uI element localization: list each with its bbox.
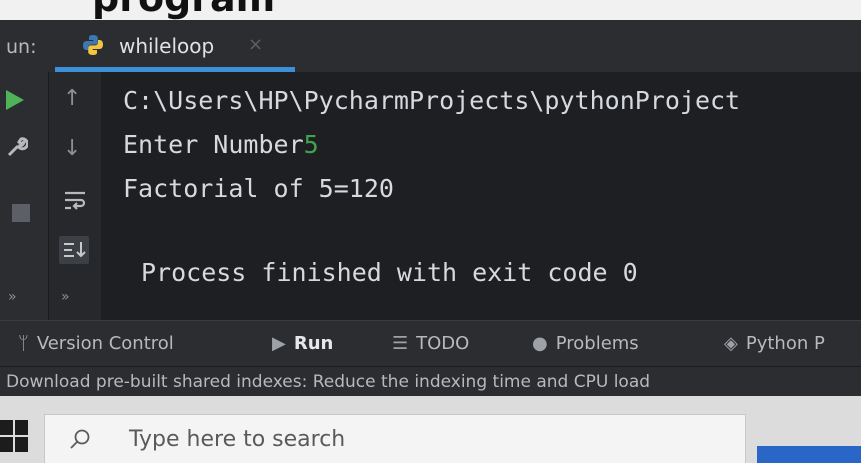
- taskbar-app-button[interactable]: [757, 446, 861, 463]
- windows-taskbar: Type here to search: [0, 396, 861, 463]
- tab-whileloop[interactable]: whileloop ×: [55, 20, 295, 72]
- list-icon: ☰: [392, 333, 409, 354]
- tab-label: Problems: [555, 333, 639, 354]
- status-message[interactable]: Download pre-built shared indexes: Reduc…: [6, 372, 650, 392]
- layers-icon: ◈: [724, 333, 738, 354]
- tab-name: whileloop: [119, 34, 215, 58]
- taskbar-search-box[interactable]: Type here to search: [44, 414, 746, 463]
- run-label: un:: [6, 36, 37, 58]
- play-icon: ▶: [272, 333, 286, 354]
- run-toolbar-left: »: [0, 72, 48, 320]
- tab-version-control[interactable]: ᛘ Version Control: [18, 333, 174, 354]
- tab-label: Python P: [745, 333, 825, 354]
- tab-python-packages[interactable]: ◈ Python P: [724, 333, 825, 354]
- tab-label: TODO: [416, 333, 470, 354]
- tab-close-icon[interactable]: ×: [248, 34, 263, 55]
- down-arrow-icon[interactable]: ↓: [63, 138, 81, 160]
- tab-label: Run: [293, 333, 334, 354]
- console-line-result: Factorial of 5=120: [123, 174, 394, 203]
- scroll-to-end-icon[interactable]: [59, 236, 89, 264]
- tab-problems[interactable]: ● Problems: [532, 333, 639, 354]
- windows-start-icon[interactable]: [0, 420, 30, 454]
- console-text: Process finished with exit code 0: [141, 258, 638, 287]
- branch-icon: ᛘ: [18, 333, 29, 354]
- soft-wrap-icon[interactable]: [63, 190, 87, 212]
- wrench-icon[interactable]: [6, 136, 28, 158]
- run-toolbar-secondary: ↑ ↓ »: [48, 72, 101, 320]
- python-icon: [83, 35, 103, 55]
- console-line-exit: Process finished with exit code 0: [141, 258, 638, 287]
- search-icon: [70, 429, 90, 449]
- console-text: Factorial of 5=120: [123, 174, 394, 203]
- up-arrow-icon[interactable]: ↑: [63, 88, 81, 110]
- tab-label: Version Control: [36, 333, 174, 354]
- console-line-prompt: Enter Number5: [123, 130, 319, 159]
- run-tab-bar: un: whileloop ×: [0, 20, 861, 72]
- tab-run[interactable]: ▶ Run: [272, 333, 333, 354]
- banner-text: program: [92, 0, 275, 20]
- stop-icon[interactable]: [12, 204, 30, 222]
- rerun-icon[interactable]: [6, 90, 24, 110]
- problems-icon: ●: [532, 333, 548, 354]
- console-output[interactable]: C:\Users\HP\PycharmProjects\pythonProjec…: [101, 72, 861, 320]
- tab-todo[interactable]: ☰ TODO: [392, 333, 469, 354]
- search-placeholder: Type here to search: [129, 427, 346, 452]
- console-text: C:\Users\HP\PycharmProjects\pythonProjec…: [123, 86, 741, 115]
- status-bar: Download pre-built shared indexes: Reduc…: [0, 366, 861, 397]
- console-text: Enter Number: [123, 130, 304, 159]
- more-icon[interactable]: »: [8, 290, 17, 304]
- tool-window-bar: ᛘ Version Control ▶ Run ☰ TODO ● Problems ◈ P…: [0, 320, 861, 367]
- more-icon[interactable]: »: [61, 290, 70, 304]
- console-input-value: 5: [303, 130, 319, 159]
- console-line-path: C:\Users\HP\PycharmProjects\pythonProjec…: [123, 86, 740, 115]
- top-banner: program: [0, 0, 861, 20]
